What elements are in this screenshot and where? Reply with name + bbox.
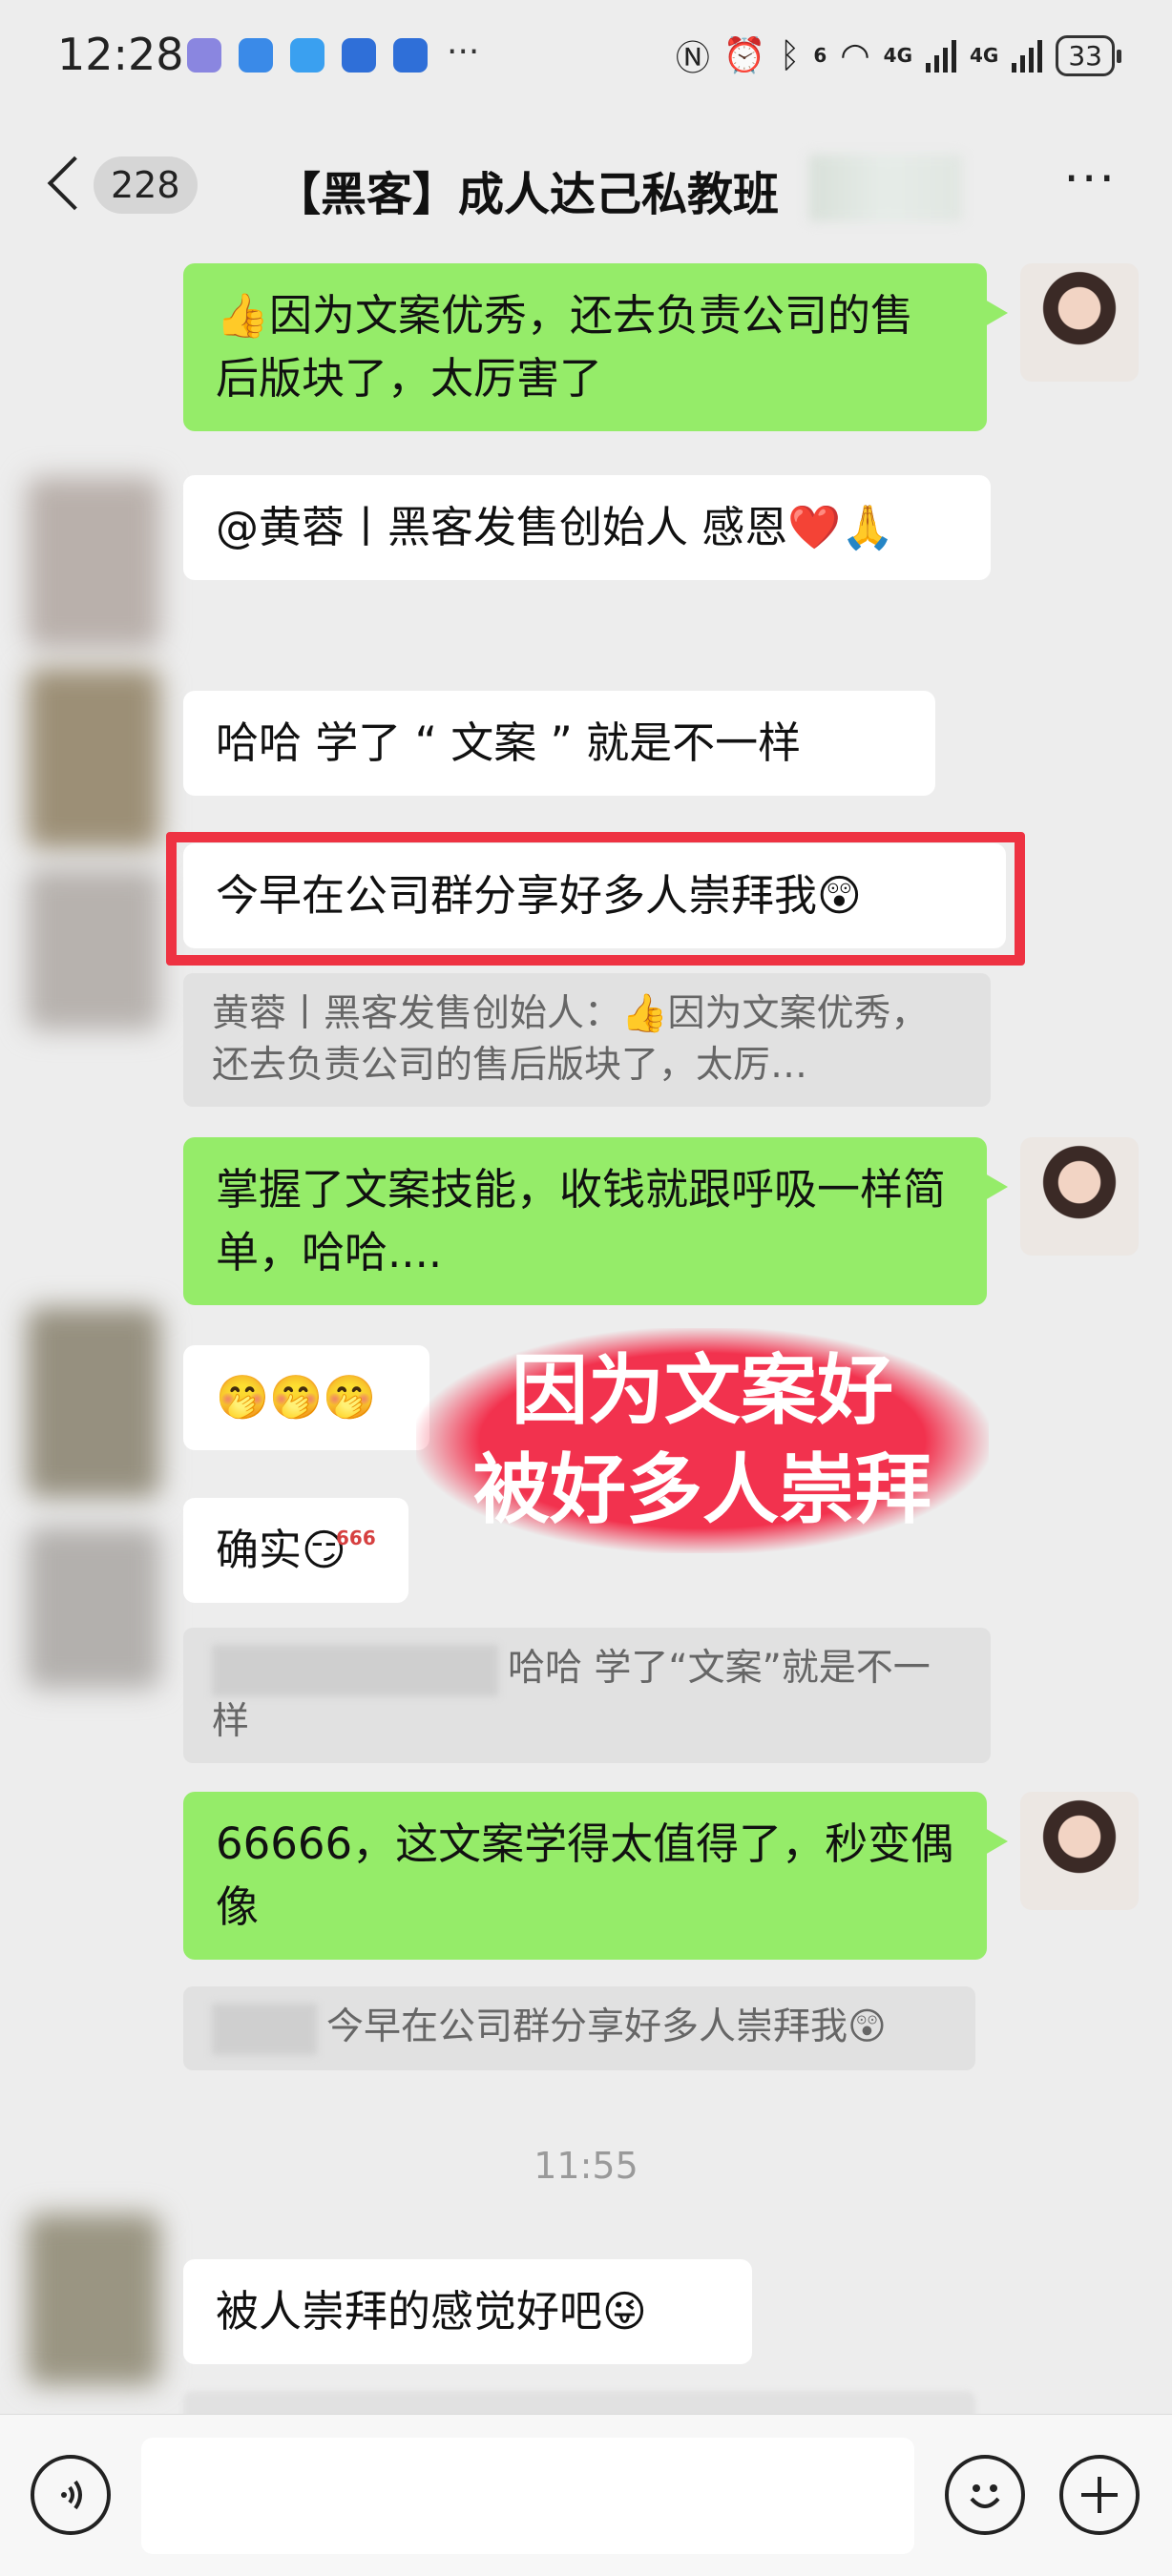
message-bubble[interactable]: 掌握了文案技能，收钱就跟呼吸一样简单，哈哈.... bbox=[183, 1137, 1008, 1305]
app-notification-icon bbox=[239, 38, 273, 73]
quoted-message[interactable]: 今早在公司群分享好多人崇拜我😲 bbox=[183, 1986, 975, 2070]
input-bar bbox=[0, 2414, 1172, 2576]
emoji-icon[interactable] bbox=[945, 2455, 1025, 2535]
overlay-line-1: 因为文案好 bbox=[512, 1346, 893, 1435]
status-overflow-icon: ··· bbox=[447, 32, 480, 72]
overlay-line-2: 被好多人崇拜 bbox=[473, 1445, 931, 1534]
message-bubble[interactable]: @黄蓉丨黑客发售创始人 感恩❤️🙏 bbox=[183, 475, 991, 580]
chat-title: 【黑客】成人达己私教班 bbox=[275, 168, 780, 221]
app-notification-icon bbox=[393, 38, 428, 73]
blurred-avatar bbox=[27, 477, 160, 649]
title-redaction bbox=[809, 155, 962, 221]
emoji-666-badge: 666 bbox=[336, 1527, 376, 1549]
avatar[interactable] bbox=[1020, 1792, 1139, 1910]
avatar[interactable] bbox=[1020, 1137, 1139, 1256]
wifi-standard-label: 6 bbox=[813, 44, 827, 67]
message-text: 确实😏 bbox=[216, 1525, 346, 1575]
message-bubble[interactable]: 确实😏 bbox=[183, 1498, 408, 1603]
status-bar: 12:28 ··· Ⓝ ⏰ ᛒ 6 ◠ 4G 4G 33 bbox=[0, 0, 1172, 114]
chat-header: 228 【黑客】成人达己私教班 ··· bbox=[0, 114, 1172, 258]
message-list[interactable]: 👍因为文案优秀，还去负责公司的售后版块了，太厉害了 @黄蓉丨黑客发售创始人 感恩… bbox=[0, 258, 1172, 2414]
plus-glyph bbox=[1081, 2477, 1118, 2513]
message-timestamp: 11:55 bbox=[534, 2145, 638, 2187]
network-type-label: 4G bbox=[970, 44, 999, 67]
voice-glyph bbox=[61, 2480, 82, 2510]
quoted-sender-redaction bbox=[212, 1644, 498, 1696]
more-dots-icon[interactable]: ··· bbox=[1063, 151, 1117, 208]
bluetooth-icon: ᛒ bbox=[779, 35, 801, 75]
blurred-avatar bbox=[27, 868, 160, 1030]
blurred-avatar bbox=[27, 1527, 160, 1689]
weather-icon bbox=[290, 38, 324, 73]
highlight-box bbox=[166, 832, 1025, 966]
alarm-icon: ⏰ bbox=[722, 36, 766, 75]
avatar[interactable] bbox=[1020, 263, 1139, 382]
app-notification-icon bbox=[187, 38, 221, 73]
unread-count-badge[interactable]: 228 bbox=[94, 156, 198, 214]
signal-icon bbox=[1012, 38, 1043, 73]
wifi-icon: ◠ bbox=[840, 35, 870, 75]
overlay-caption: 因为文案好 被好多人崇拜 bbox=[416, 1328, 989, 1553]
message-bubble[interactable]: 🤭🤭🤭 bbox=[183, 1345, 429, 1450]
blurred-avatar bbox=[27, 1307, 160, 1498]
nfc-icon: Ⓝ bbox=[675, 39, 710, 78]
quoted-sender-redaction bbox=[212, 2003, 317, 2055]
quoted-message[interactable]: 哈哈 学了“文案”就是不一样 bbox=[183, 1628, 991, 1763]
app-notification-icon bbox=[342, 38, 376, 73]
message-bubble[interactable]: 👍因为文案优秀，还去负责公司的售后版块了，太厉害了 bbox=[183, 263, 1008, 431]
voice-icon[interactable] bbox=[31, 2455, 111, 2535]
quoted-text: 今早在公司群分享好多人崇拜我😲 bbox=[326, 2005, 887, 2048]
message-input[interactable] bbox=[141, 2438, 914, 2554]
battery-indicator: 33 bbox=[1056, 34, 1121, 76]
emoji-glyph bbox=[970, 2484, 1000, 2508]
message-bubble[interactable]: 被人崇拜的感觉好吧😜 bbox=[183, 2259, 752, 2364]
quoted-message-partial bbox=[183, 2391, 975, 2414]
signal-icon bbox=[926, 38, 957, 73]
message-bubble[interactable]: 哈哈 学了 “ 文案 ” 就是不一样 bbox=[183, 691, 935, 796]
status-icons: Ⓝ ⏰ ᛒ 6 ◠ 4G 4G 33 bbox=[675, 31, 1121, 80]
blurred-avatar bbox=[27, 668, 160, 849]
quoted-message[interactable]: 黄蓉丨黑客发售创始人：👍因为文案优秀，还去负责公司的售后版块了，太厉… bbox=[183, 973, 991, 1107]
status-time: 12:28 bbox=[57, 29, 184, 80]
blurred-avatar bbox=[27, 2213, 160, 2385]
network-type-label: 4G bbox=[883, 44, 913, 67]
message-bubble[interactable]: 66666，这文案学得太值得了，秒变偶像 bbox=[183, 1792, 1008, 1960]
plus-icon[interactable] bbox=[1059, 2455, 1140, 2535]
